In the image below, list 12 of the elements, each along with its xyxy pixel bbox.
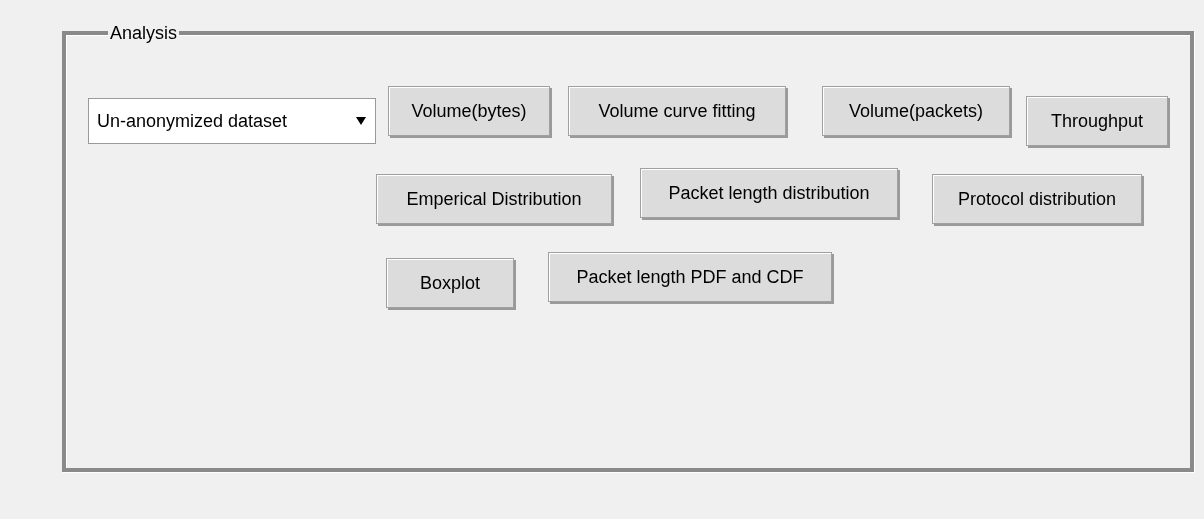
analysis-button[interactable]: Emperical Distribution [376, 174, 612, 224]
analysis-button[interactable]: Boxplot [386, 258, 514, 308]
analysis-button[interactable]: Volume(packets) [822, 86, 1010, 136]
analysis-button[interactable]: Protocol distribution [932, 174, 1142, 224]
caret-icon [355, 116, 367, 126]
analysis-button[interactable]: Volume curve fitting [568, 86, 786, 136]
analysis-button[interactable]: Throughput [1026, 96, 1168, 146]
analysis-button[interactable]: Packet length distribution [640, 168, 898, 218]
analysis-button[interactable]: Packet length PDF and CDF [548, 252, 832, 302]
group-title: Analysis [109, 22, 179, 44]
dataset-dropdown[interactable]: Un-anonymized dataset [88, 98, 376, 144]
analysis-button[interactable]: Volume(bytes) [388, 86, 550, 136]
